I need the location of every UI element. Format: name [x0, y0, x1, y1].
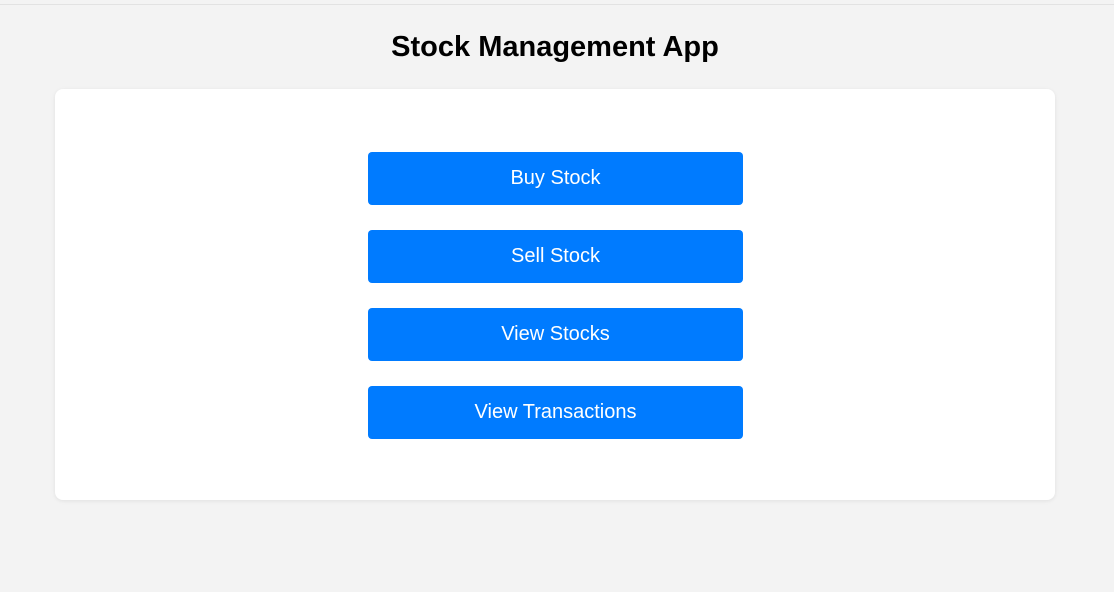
action-menu: Buy Stock Sell Stock View Stocks View Tr…	[368, 152, 743, 464]
top-divider	[0, 4, 1114, 5]
view-transactions-button[interactable]: View Transactions	[368, 386, 743, 439]
buy-stock-button[interactable]: Buy Stock	[368, 152, 743, 205]
main-card: Buy Stock Sell Stock View Stocks View Tr…	[55, 89, 1055, 500]
view-stocks-button[interactable]: View Stocks	[368, 308, 743, 361]
sell-stock-button[interactable]: Sell Stock	[368, 230, 743, 283]
page-title: Stock Management App	[391, 31, 719, 63]
